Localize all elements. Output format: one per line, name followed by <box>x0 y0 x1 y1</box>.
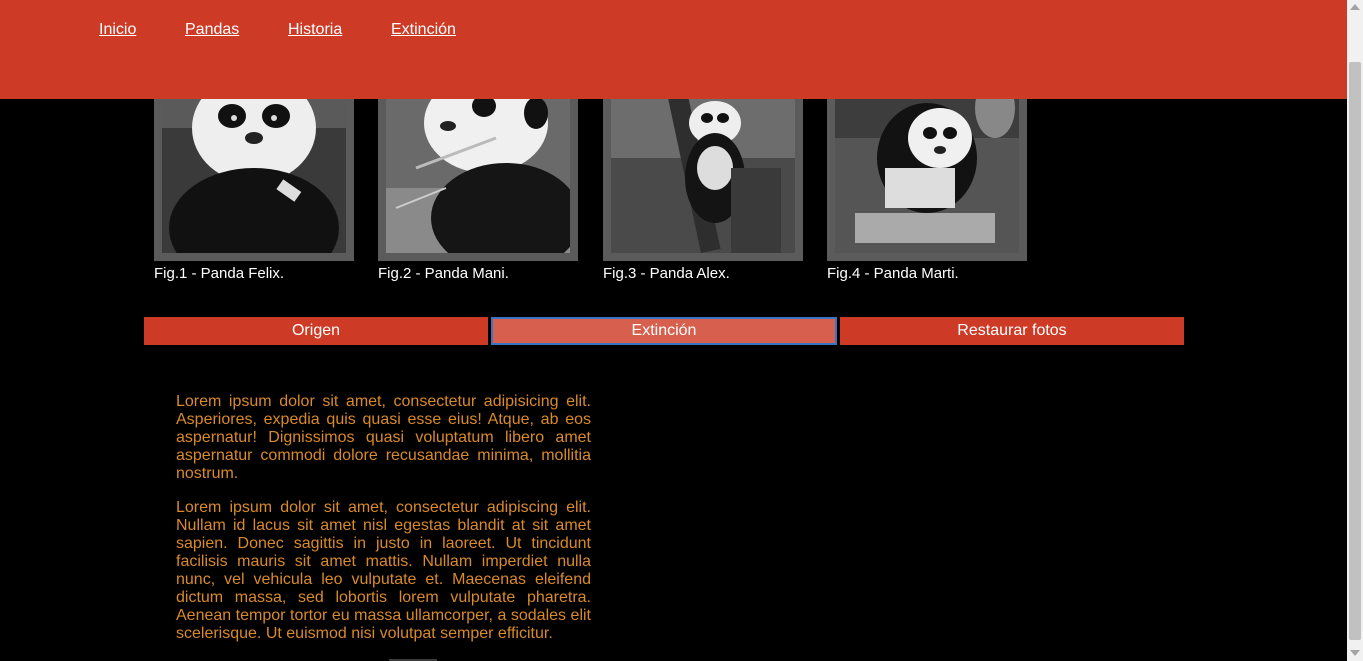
figure-caption: Fig.4 - Panda Marti. <box>827 265 959 282</box>
nav-link-historia[interactable]: Historia <box>288 21 342 39</box>
restore-photos-button[interactable]: Restaurar fotos <box>840 317 1184 345</box>
paragraph-2: Lorem ipsum dolor sit amet, consectetur … <box>176 499 591 642</box>
content-text: Lorem ipsum dolor sit amet, consectetur … <box>176 393 591 659</box>
figure-caption: Fig.1 - Panda Felix. <box>154 265 285 282</box>
top-navigation-bar: Inicio Pandas Historia Extinción <box>0 0 1347 99</box>
nav-link-extincion[interactable]: Extinción <box>391 21 456 39</box>
origen-button[interactable]: Origen <box>144 317 488 345</box>
figure-caption: Fig.2 - Panda Mani. <box>378 265 509 282</box>
nav-link-inicio[interactable]: Inicio <box>99 21 136 39</box>
paragraph-1: Lorem ipsum dolor sit amet, consectetur … <box>176 393 591 482</box>
nav-link-pandas[interactable]: Pandas <box>185 21 239 39</box>
figure-caption: Fig.3 - Panda Alex. <box>603 265 730 282</box>
extincion-button[interactable]: Extinción <box>491 317 837 345</box>
scrollbar-thumb[interactable] <box>1349 62 1361 640</box>
scroll-down-arrow-icon[interactable] <box>1350 650 1360 656</box>
scroll-up-arrow-icon[interactable] <box>1350 4 1360 10</box>
page: Fig.1 - Panda Felix. Fig.2 - Panda Mani. <box>0 0 1363 661</box>
